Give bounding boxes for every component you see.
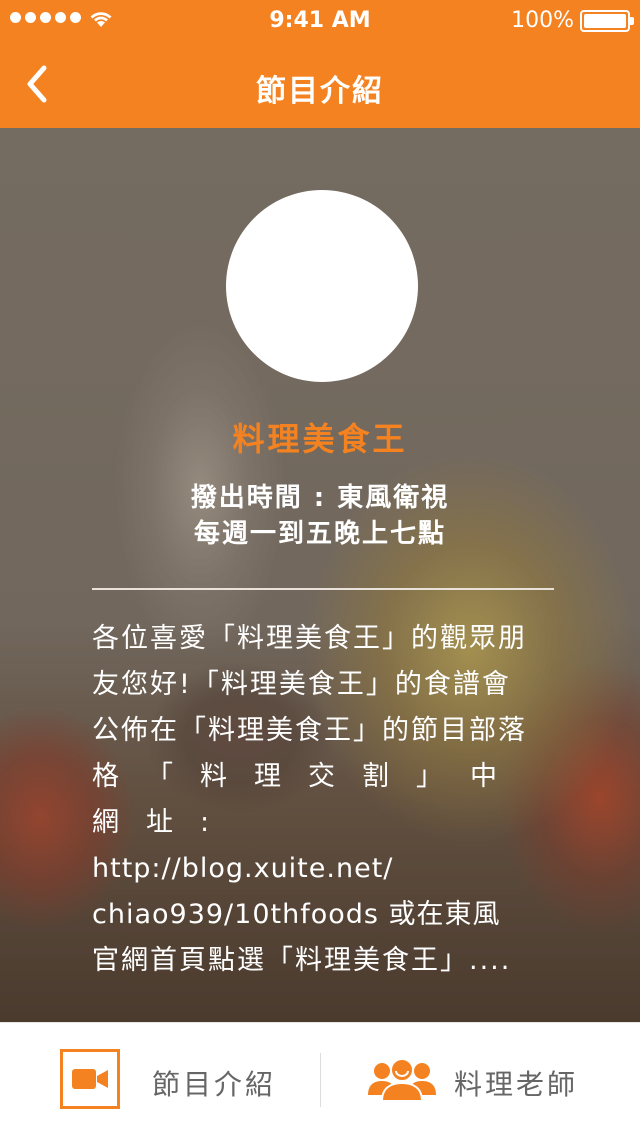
status-bar: 9:41 AM 100% (0, 0, 640, 40)
tab-label: 料理老師 (454, 1068, 579, 1101)
description-line: 各位喜愛「料理美食王」的觀眾朋 (92, 623, 527, 654)
nav-bar: 9:41 AM 100% 節目介紹 (0, 0, 640, 128)
airtime-line-1: 撥出時間 : 東風衛視 (190, 483, 450, 513)
tab-cooking-teachers[interactable]: 料理老師 (322, 1023, 640, 1137)
show-description: 各位喜愛「料理美食王」的觀眾朋 友您好!「料理美食王」的食譜會 公佈在「料理美食… (92, 616, 556, 984)
description-line: 友您好!「料理美食王」的食譜會 (92, 669, 511, 700)
tab-label: 節目介紹 (152, 1068, 277, 1101)
description-line: 格「料理交割」中網址: (92, 761, 524, 838)
battery-status: 100% (511, 8, 634, 33)
description-line: 公佈在「料理美食王」的節目部落 (92, 715, 527, 746)
airtime-info: 撥出時間 : 東風衛視 每週一到五晚上七點 (0, 480, 640, 552)
divider (92, 588, 554, 590)
tab-program-intro[interactable]: 節目介紹 (0, 1023, 320, 1137)
page-title: 節目介紹 (256, 74, 384, 109)
battery-percent: 100% (511, 8, 574, 33)
description-line: chiao939/10thfoods 或在東風 (92, 899, 501, 930)
airtime-line-2: 每週一到五晚上七點 (193, 519, 446, 549)
description-line: 官網首頁點選「料理美食王」.... (92, 945, 512, 976)
tab-bar: 節目介紹 料理老師 (0, 1022, 640, 1137)
video-camera-icon (60, 1049, 120, 1109)
show-avatar (226, 190, 418, 382)
battery-icon (580, 9, 634, 32)
description-line: http://blog.xuite.net/ (92, 853, 394, 884)
show-name: 料理美食王 (232, 420, 408, 458)
tab-divider (320, 1053, 321, 1107)
people-icon (368, 1058, 436, 1101)
